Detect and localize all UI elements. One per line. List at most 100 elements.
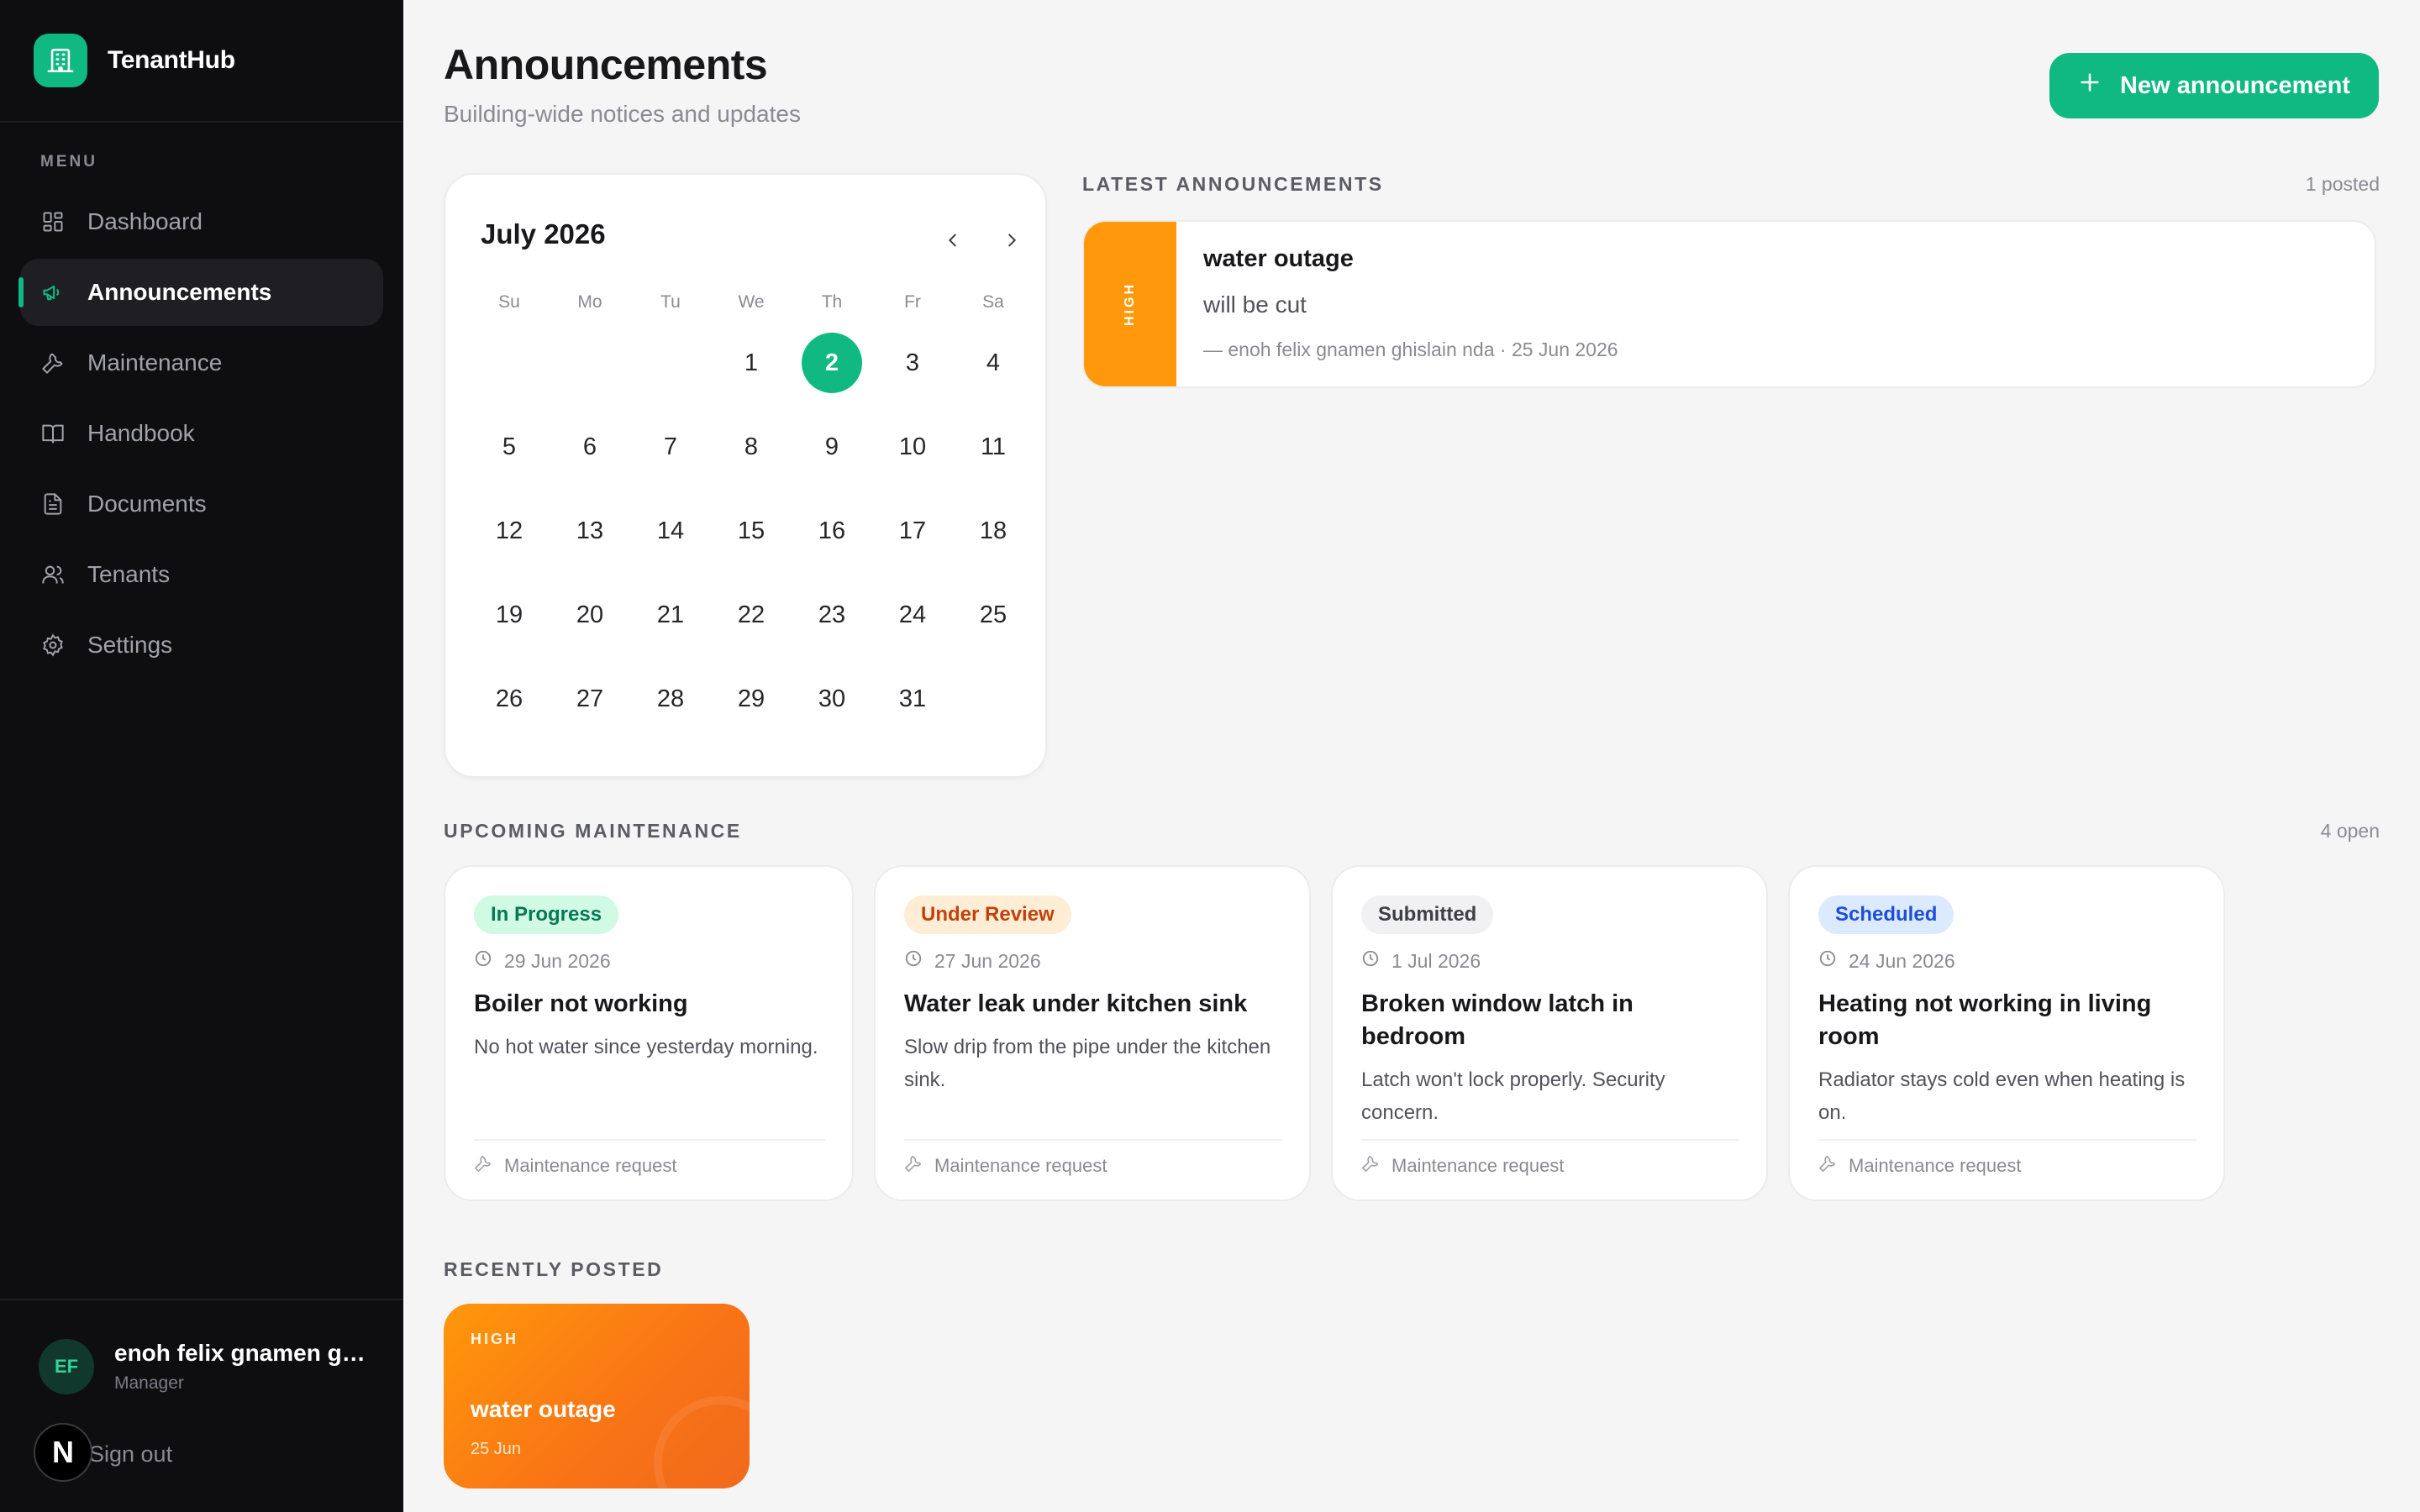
new-announcement-button[interactable]: New announcement bbox=[2049, 53, 2379, 118]
announcement-meta: — enoh felix gnamen ghislain nda · 25 Ju… bbox=[1203, 339, 1618, 360]
calendar-day[interactable]: 29 bbox=[711, 657, 792, 741]
calendar-day-number: 18 bbox=[979, 517, 1007, 544]
announcement-title: water outage bbox=[1203, 245, 1354, 272]
maintenance-card[interactable]: Under Review 27 Jun 2026 Water leak unde… bbox=[874, 865, 1311, 1201]
calendar-day-number: 29 bbox=[737, 685, 765, 712]
calendar-day[interactable]: 20 bbox=[550, 573, 630, 657]
calendar-day[interactable]: 15 bbox=[711, 489, 792, 573]
maintenance-footer: Maintenance request bbox=[934, 1155, 1107, 1176]
user-name: enoh felix gnamen ghislain nda bbox=[114, 1340, 366, 1366]
book-icon bbox=[40, 421, 66, 446]
priority-label: HIGH bbox=[471, 1331, 518, 1347]
sidebar-item-maintenance[interactable]: Maintenance bbox=[20, 329, 383, 396]
calendar-day[interactable]: 31 bbox=[872, 657, 953, 741]
upcoming-maintenance-count: 4 open bbox=[2320, 820, 2380, 842]
sidebar-item-announcements[interactable]: Announcements bbox=[18, 259, 383, 326]
calendar-day[interactable]: 12 bbox=[469, 489, 550, 573]
wrench-icon bbox=[1818, 1154, 1837, 1178]
calendar-day[interactable]: 9 bbox=[792, 405, 872, 489]
priority-strip: HIGH bbox=[1084, 222, 1176, 386]
new-announcement-label: New announcement bbox=[2120, 71, 2350, 99]
calendar-day[interactable]: 24 bbox=[872, 573, 953, 657]
calendar-day[interactable]: 3 bbox=[872, 321, 953, 405]
sidebar-item-documents[interactable]: Documents bbox=[20, 470, 383, 538]
calendar-day[interactable]: 8 bbox=[711, 405, 792, 489]
sidebar-item-settings[interactable]: Settings bbox=[20, 612, 383, 679]
announcement-card[interactable]: HIGH water outage will be cut — enoh fel… bbox=[1082, 220, 2376, 388]
calendar-day[interactable]: 13 bbox=[550, 489, 630, 573]
calendar-day[interactable]: 27 bbox=[550, 657, 630, 741]
calendar-day[interactable]: 21 bbox=[630, 573, 711, 657]
calendar-day[interactable]: 18 bbox=[953, 489, 1034, 573]
sidebar-item-label: Maintenance bbox=[87, 349, 223, 375]
calendar-day[interactable]: 7 bbox=[630, 405, 711, 489]
calendar: July 2026 Su Mo Tu We Th Fr Sa 1 2 3 4 5 6 7 8 9 10 11 12 1… bbox=[444, 173, 1047, 778]
wrench-icon bbox=[474, 1154, 492, 1178]
calendar-blank bbox=[469, 321, 550, 405]
sidebar-item-label: Dashboard bbox=[87, 208, 203, 234]
calendar-day[interactable]: 22 bbox=[711, 573, 792, 657]
calendar-day-number: 11 bbox=[980, 433, 1007, 460]
calendar-day[interactable]: 16 bbox=[792, 489, 872, 573]
maintenance-card[interactable]: Submitted 1 Jul 2026 Broken window latch… bbox=[1331, 865, 1768, 1201]
calendar-day-number: 19 bbox=[495, 601, 523, 628]
calendar-day[interactable]: 10 bbox=[872, 405, 953, 489]
weekday-label: Mo bbox=[577, 292, 602, 312]
status-badge: Under Review bbox=[904, 895, 1071, 934]
main-content: Announcements Building-wide notices and … bbox=[403, 0, 2420, 1512]
calendar-grid: Su Mo Tu We Th Fr Sa 1 2 3 4 5 6 7 8 9 10 11 12 13 14 15 16 17 1… bbox=[469, 284, 1034, 741]
dev-badge-icon[interactable]: N bbox=[34, 1423, 92, 1482]
calendar-day-number: 7 bbox=[663, 433, 678, 460]
maintenance-card[interactable]: In Progress 29 Jun 2026 Boiler not worki… bbox=[444, 865, 854, 1201]
calendar-day-number: 31 bbox=[898, 685, 927, 712]
announcement-body: will be cut bbox=[1203, 291, 1307, 318]
maintenance-footer: Maintenance request bbox=[1392, 1155, 1565, 1176]
plus-icon bbox=[2078, 71, 2102, 101]
calendar-day[interactable]: 19 bbox=[469, 573, 550, 657]
maintenance-date: 29 Jun 2026 bbox=[504, 949, 611, 972]
maintenance-description: Latch won't lock properly. Security conc… bbox=[1361, 1068, 1665, 1124]
sidebar-item-tenants[interactable]: Tenants bbox=[20, 541, 383, 608]
calendar-day[interactable]: 6 bbox=[550, 405, 630, 489]
sidebar-item-handbook[interactable]: Handbook bbox=[20, 400, 383, 467]
maintenance-date: 24 Jun 2026 bbox=[1849, 949, 1955, 972]
user-profile[interactable]: EF enoh felix gnamen ghislain nda Manage… bbox=[39, 1339, 366, 1394]
calendar-day[interactable]: 17 bbox=[872, 489, 953, 573]
calendar-day-number: 14 bbox=[656, 517, 685, 544]
sidebar-item-label: Tenants bbox=[87, 561, 171, 587]
page-subtitle: Building-wide notices and updates bbox=[444, 101, 801, 127]
weekday-label: Tu bbox=[660, 292, 681, 312]
calendar-day-number: 9 bbox=[824, 433, 839, 460]
chevron-left-icon[interactable] bbox=[936, 223, 970, 257]
wrench-icon bbox=[904, 1154, 923, 1178]
calendar-day[interactable]: 28 bbox=[630, 657, 711, 741]
calendar-day-number: 17 bbox=[898, 517, 927, 544]
sidebar: TenantHub MENU Dashboard Announcements M… bbox=[0, 0, 403, 1512]
calendar-day[interactable]: 26 bbox=[469, 657, 550, 741]
latest-announcements-label: LATEST ANNOUNCEMENTS bbox=[1082, 173, 1384, 195]
calendar-day[interactable]: 23 bbox=[792, 573, 872, 657]
calendar-day[interactable]: 11 bbox=[953, 405, 1034, 489]
calendar-day[interactable]: 25 bbox=[953, 573, 1034, 657]
calendar-day-number: 27 bbox=[576, 685, 604, 712]
upcoming-maintenance-label: UPCOMING MAINTENANCE bbox=[444, 820, 742, 842]
brand[interactable]: TenantHub bbox=[0, 0, 403, 123]
calendar-day[interactable]: 14 bbox=[630, 489, 711, 573]
chevron-right-icon[interactable] bbox=[995, 223, 1028, 257]
calendar-day-number: 16 bbox=[818, 517, 846, 544]
calendar-day-number: 22 bbox=[737, 601, 765, 628]
calendar-day-today[interactable]: 2 bbox=[792, 321, 872, 405]
calendar-day[interactable]: 1 bbox=[711, 321, 792, 405]
calendar-blank bbox=[630, 321, 711, 405]
sidebar-item-dashboard[interactable]: Dashboard bbox=[20, 188, 383, 255]
maintenance-description: No hot water since yesterday morning. bbox=[474, 1036, 818, 1058]
calendar-day[interactable]: 5 bbox=[469, 405, 550, 489]
wrench-icon bbox=[1361, 1154, 1380, 1178]
recent-announcement-card[interactable]: HIGH water outage 25 Jun bbox=[444, 1304, 750, 1488]
calendar-day[interactable]: 4 bbox=[953, 321, 1034, 405]
calendar-day[interactable]: 30 bbox=[792, 657, 872, 741]
sign-out-button[interactable]: Sign out bbox=[89, 1441, 172, 1467]
calendar-day-number: 25 bbox=[979, 601, 1007, 628]
maintenance-card[interactable]: Scheduled 24 Jun 2026 Heating not workin… bbox=[1788, 865, 2225, 1201]
calendar-day-number: 3 bbox=[905, 349, 920, 376]
